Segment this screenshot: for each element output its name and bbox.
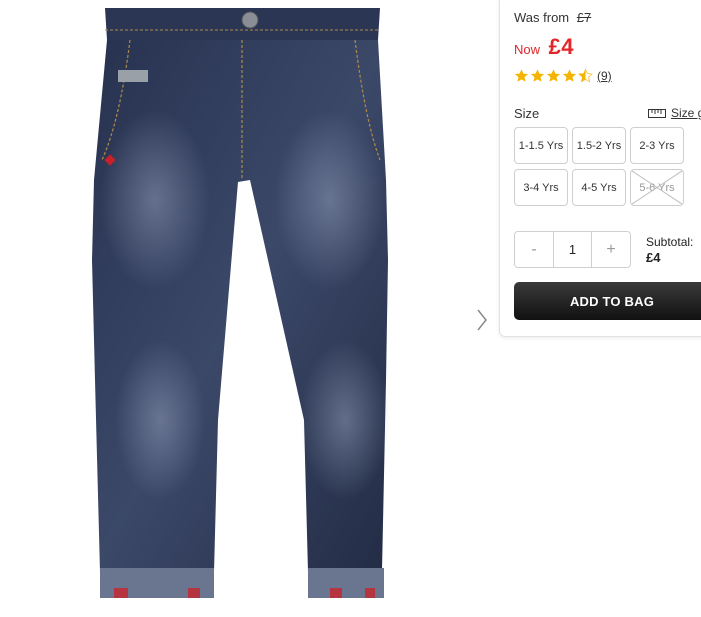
quantity-input[interactable]: 1 [553,232,592,267]
size-option-label: 1.5-2 Yrs [576,139,622,152]
star-icon [530,69,545,82]
size-guide-link[interactable]: Size g [648,106,701,120]
quantity-decrease-button[interactable]: - [515,232,553,267]
was-price-row: Was from £7 [514,10,591,25]
star-icon [562,69,577,82]
size-option[interactable]: 1-1.5 Yrs [514,127,568,164]
size-option-label: 1-1.5 Yrs [518,139,564,152]
size-guide-label: Size g [671,106,701,120]
chevron-right-icon [477,309,487,331]
size-option-label: 3-4 Yrs [523,181,559,194]
unavailable-cross-icon [631,170,683,205]
subtotal-label: Subtotal: [646,235,694,249]
now-price-row: Now £4 [514,34,574,60]
was-label: Was from [514,10,570,25]
now-label: Now [514,42,541,57]
subtotal: Subtotal: £4 [646,234,693,266]
size-option-label: 2-3 Yrs [639,139,675,152]
size-option-unavailable[interactable]: 5-6 Yrs [630,169,684,206]
ruler-icon [648,108,666,118]
purchase-panel: Was from £7 Now £4 (9) Size Size g 1-1.5… [499,0,701,337]
half-star-icon [578,68,593,83]
star-icon [514,69,529,82]
now-price: £4 [548,34,574,59]
add-to-bag-button[interactable]: ADD TO BAG [514,282,701,320]
size-option[interactable]: 4-5 Yrs [572,169,626,206]
next-image-button[interactable] [472,306,492,334]
rating[interactable]: (9) [514,68,612,83]
quantity-increase-button[interactable]: + [592,232,630,267]
size-options: 1-1.5 Yrs 1.5-2 Yrs 2-3 Yrs 3-4 Yrs 4-5 … [514,127,694,206]
star-icon [546,69,561,82]
product-image[interactable] [90,0,390,610]
size-option[interactable]: 2-3 Yrs [630,127,684,164]
review-count-link[interactable]: (9) [597,69,612,83]
was-price: £7 [576,10,592,25]
size-option[interactable]: 3-4 Yrs [514,169,568,206]
size-option-label: 4-5 Yrs [581,181,617,194]
size-label: Size [514,106,540,121]
rating-stars [514,68,593,83]
size-option[interactable]: 1.5-2 Yrs [572,127,626,164]
product-image-area [0,0,487,617]
subtotal-amount: £4 [646,250,661,265]
quantity-stepper: - 1 + [514,231,631,268]
